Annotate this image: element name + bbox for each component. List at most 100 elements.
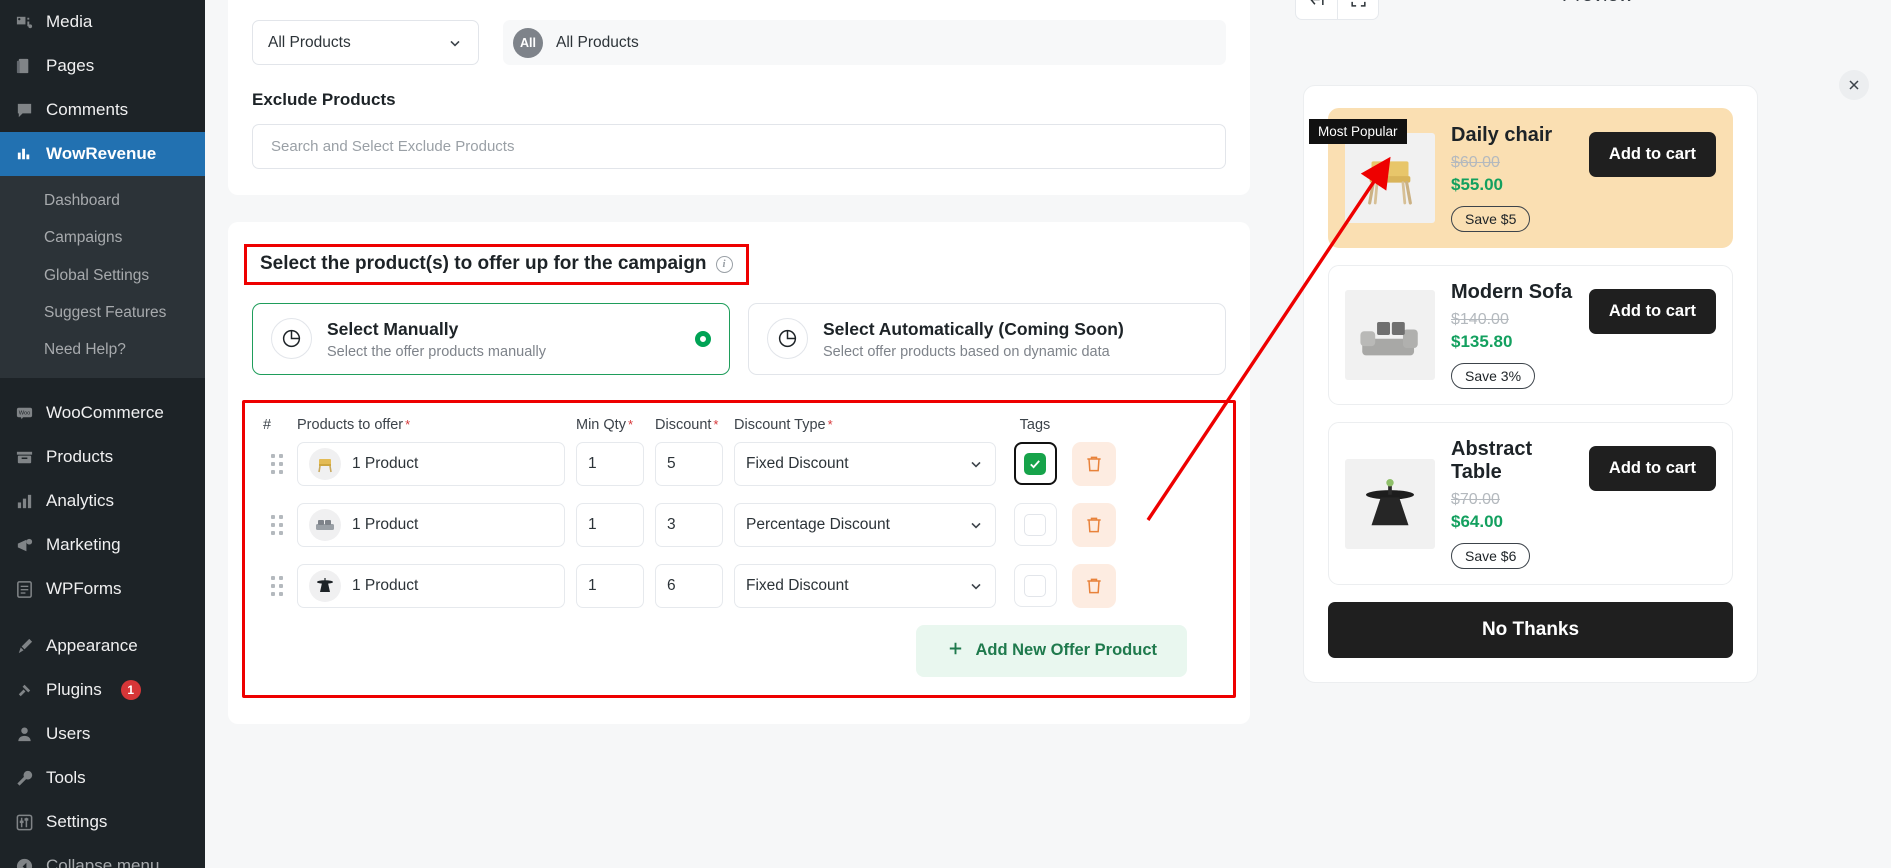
checkbox-empty-icon [1024, 513, 1046, 536]
product-select-input[interactable]: 1 Product [297, 441, 565, 486]
min-qty-input[interactable]: 1 [576, 502, 644, 547]
product-select-input[interactable]: 1 Product [297, 563, 565, 608]
required-asterisk: * [405, 416, 411, 432]
preview-save-badge: Save $6 [1451, 543, 1531, 569]
sidebar-item-label: Media [46, 12, 93, 31]
tag-checkbox[interactable] [1013, 503, 1057, 547]
sidebar-item-campaigns[interactable]: Campaigns [0, 219, 205, 256]
preview-save-badge: Save $5 [1451, 206, 1531, 232]
discount-type-value: Fixed Discount [746, 454, 849, 472]
exclude-products-input[interactable]: Search and Select Exclude Products [252, 124, 1226, 169]
sidebar-item-tools[interactable]: Tools [0, 756, 205, 800]
add-to-cart-button[interactable]: Add to cart [1588, 446, 1716, 491]
select-manually-text: Select Manually Select the offer product… [327, 318, 680, 360]
plus-icon [946, 639, 965, 663]
close-icon[interactable] [1839, 70, 1869, 100]
header-products: Products to offer * [297, 416, 411, 433]
select-manually-title: Select Manually [327, 319, 459, 339]
delete-row-button[interactable] [1072, 502, 1116, 547]
drag-handle-icon[interactable] [263, 514, 297, 535]
settings-icon [13, 811, 35, 833]
discount-input[interactable]: 3 [655, 502, 723, 547]
preview-new-price: $135.80 [1451, 332, 1513, 351]
sidebar-item-label: Analytics [46, 491, 115, 511]
product-scope-select[interactable]: All Products [252, 20, 479, 65]
select-manually-subtitle: Select the offer products manually [327, 343, 546, 360]
table-row: 1 Product 1 6 Fixed Discount [263, 563, 1215, 608]
add-new-offer-product-label: Add New Offer Product [975, 641, 1157, 660]
header-min-qty: Min Qty * [576, 416, 634, 433]
chevron-down-icon [968, 517, 984, 533]
sidebar-item-plugins[interactable]: Plugins 1 [0, 668, 205, 712]
sidebar-item-suggest-features[interactable]: Suggest Features [0, 294, 205, 331]
product-scope-value: All Products [268, 33, 351, 51]
product-select-input[interactable]: 1 Product [297, 502, 565, 547]
discount-type-select[interactable]: Fixed Discount [734, 563, 996, 608]
sidebar-item-pages[interactable]: Pages [0, 44, 205, 88]
discount-input[interactable]: 6 [655, 563, 723, 608]
sidebar-item-settings[interactable]: Settings [0, 800, 205, 844]
sidebar-item-label: WPForms [46, 579, 122, 599]
drag-handle-icon[interactable] [263, 575, 297, 596]
min-qty-input[interactable]: 1 [576, 441, 644, 486]
sidebar-item-marketing[interactable]: Marketing [0, 523, 205, 567]
select-automatically-card[interactable]: Select Automatically (Coming Soon) Selec… [748, 303, 1226, 375]
selected-products-chipbar[interactable]: All All Products [503, 20, 1226, 65]
drag-handle-icon[interactable] [263, 453, 297, 474]
sidebar-item-dashboard[interactable]: Dashboard [0, 182, 205, 219]
include-products-panel: All Products All All Products Exclude Pr… [228, 0, 1250, 195]
add-to-cart-button[interactable]: Add to cart [1588, 289, 1716, 334]
tags-cell [1007, 442, 1063, 486]
sidebar-item-wowrevenue[interactable]: WowRevenue [0, 132, 205, 176]
preview-product-card[interactable]: Abstract Table $70.00 $64.00 Save $6 Add… [1328, 422, 1733, 585]
product-count-label: 1 Product [352, 454, 419, 472]
select-manually-radio[interactable] [695, 330, 711, 347]
preview-product-card[interactable]: Modern Sofa $140.00 $135.80 Save 3% Add … [1328, 265, 1733, 405]
sidebar-item-users[interactable]: Users [0, 712, 205, 756]
sofa-thumb-icon [309, 508, 341, 541]
sidebar-item-media[interactable]: Media [0, 0, 205, 44]
delete-row-button[interactable] [1072, 563, 1116, 608]
chevron-down-icon [447, 35, 463, 51]
tag-checkbox[interactable] [1013, 564, 1057, 608]
sidebar-item-appearance[interactable]: Appearance [0, 624, 205, 668]
collapse-arrow-icon [13, 855, 35, 868]
pages-icon [13, 55, 35, 77]
sidebar-item-products[interactable]: Products [0, 435, 205, 479]
sidebar-item-global-settings[interactable]: Global Settings [0, 257, 205, 294]
min-qty-input[interactable]: 1 [576, 563, 644, 608]
media-icon [13, 11, 35, 33]
offer-section-title-text: Select the product(s) to offer up for th… [260, 253, 707, 274]
products-icon [13, 446, 35, 468]
offer-products-table: # Products to offer * Min Qty * Discount * … [242, 399, 1236, 698]
discount-type-select[interactable]: Percentage Discount [734, 502, 996, 547]
sidebar-item-analytics[interactable]: Analytics [0, 479, 205, 523]
preview-product-card[interactable]: Most Popular Daily chair $60.00 $55.00 S… [1309, 108, 1733, 248]
analytics-icon [13, 490, 35, 512]
header-index: # [263, 416, 272, 433]
discount-type-select[interactable]: Fixed Discount [734, 441, 996, 486]
collapse-menu-button[interactable]: Collapse menu [0, 844, 205, 868]
no-thanks-button[interactable]: No Thanks [1328, 602, 1733, 658]
select-manually-card[interactable]: Select Manually Select the offer product… [252, 303, 730, 375]
chevron-down-icon [968, 456, 984, 472]
add-to-cart-button[interactable]: Add to cart [1588, 132, 1716, 177]
sidebar-item-wpforms[interactable]: WPForms [0, 567, 205, 611]
users-icon [13, 723, 35, 745]
preview-new-price: $64.00 [1451, 512, 1503, 531]
tag-checkbox[interactable] [1013, 442, 1057, 486]
info-icon[interactable]: i [715, 255, 733, 273]
preview-new-price: $55.00 [1451, 175, 1503, 194]
sidebar-item-woocommerce[interactable]: Woo WooCommerce [0, 391, 205, 435]
table-row: 1 Product 1 5 Fixed Discount [263, 441, 1215, 486]
add-row-container: Add New Offer Product [263, 624, 1215, 677]
preview-title: Preview [1274, 0, 1891, 7]
preview-product-info: Daily chair $60.00 $55.00 Save $5 [1451, 124, 1573, 232]
delete-row-button[interactable] [1072, 441, 1116, 486]
sidebar-item-need-help[interactable]: Need Help? [0, 331, 205, 368]
sidebar-item-comments[interactable]: Comments [0, 88, 205, 132]
selection-mode-options: Select Manually Select the offer product… [252, 303, 1226, 375]
preview-panel: Preview Most Popular Daily chair [1274, 0, 1891, 868]
add-new-offer-product-button[interactable]: Add New Offer Product [916, 624, 1187, 677]
discount-input[interactable]: 5 [655, 441, 723, 486]
